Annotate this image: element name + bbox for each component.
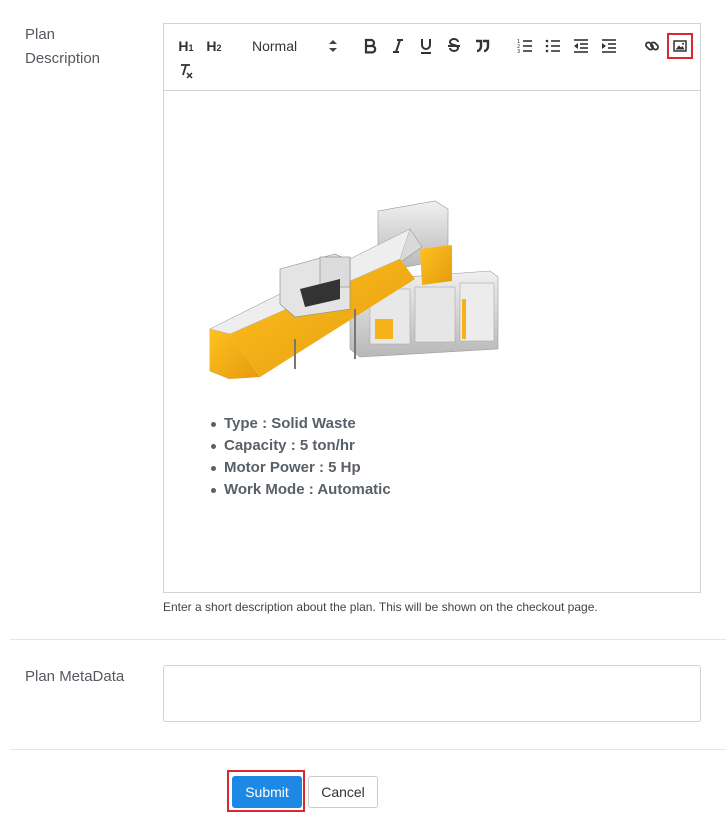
- shredder-machine-image: [209, 200, 499, 379]
- bullet-list-icon: [545, 38, 561, 54]
- bold-button[interactable]: [359, 35, 381, 57]
- plan-description-label-line2: Description: [25, 50, 101, 67]
- format-select[interactable]: Normal: [250, 36, 340, 56]
- italic-button[interactable]: [387, 35, 409, 57]
- submit-button[interactable]: Submit: [232, 776, 302, 808]
- bullet-list-button[interactable]: [542, 35, 564, 57]
- plan-description-label: Plan Description: [25, 23, 100, 71]
- heading-2-button[interactable]: H2: [203, 35, 225, 57]
- list-item: Capacity : 5 ton/hr: [208, 435, 391, 457]
- indent-button[interactable]: [598, 35, 620, 57]
- plan-description-label-line1: Plan: [25, 26, 56, 43]
- ordered-list-icon: 123: [517, 38, 533, 54]
- outdent-icon: [573, 38, 589, 54]
- bold-icon: [363, 38, 377, 54]
- list-item: Type : Solid Waste: [208, 413, 391, 435]
- strike-button[interactable]: [443, 35, 465, 57]
- h2-label: H: [206, 38, 217, 54]
- ordered-list-button[interactable]: 123: [514, 35, 536, 57]
- image-icon: [673, 40, 687, 52]
- section-divider: [10, 749, 726, 750]
- link-icon: [644, 38, 660, 54]
- list-item: Motor Power : 5 Hp: [208, 457, 391, 479]
- h2-sub: 2: [216, 43, 222, 53]
- underline-button[interactable]: [415, 35, 437, 57]
- svg-text:3: 3: [517, 49, 520, 54]
- plan-metadata-label: Plan MetaData: [25, 668, 125, 685]
- plan-description-editor: H1 H2 Normal 123 Type: Solid Waste Capa…: [163, 23, 701, 593]
- link-button[interactable]: [641, 35, 663, 57]
- format-select-value: Normal: [252, 38, 298, 54]
- italic-icon: [391, 38, 405, 54]
- plan-description-help-text: Enter a short description about the plan…: [163, 600, 598, 614]
- h1-label: H: [178, 38, 189, 54]
- underline-icon: [419, 38, 433, 54]
- plan-metadata-input[interactable]: [163, 665, 701, 722]
- blockquote-icon: [474, 39, 490, 53]
- editor-toolbar: H1 H2 Normal 123: [164, 24, 700, 91]
- select-arrows-icon: [328, 38, 338, 58]
- list-item: Work Mode : Automatic: [208, 479, 391, 501]
- clear-format-button[interactable]: [175, 60, 197, 82]
- heading-1-button[interactable]: H1: [175, 35, 197, 57]
- strike-icon: [447, 38, 461, 54]
- editor-content[interactable]: Type : Solid Waste Capacity : 5 ton/hr M…: [164, 91, 700, 593]
- plan-feature-list: Type : Solid Waste Capacity : 5 ton/hr M…: [208, 413, 391, 501]
- section-divider: [10, 639, 726, 640]
- outdent-button[interactable]: [570, 35, 592, 57]
- indent-icon: [601, 38, 617, 54]
- h1-sub: 1: [188, 43, 194, 53]
- cancel-button[interactable]: Cancel: [308, 776, 378, 808]
- blockquote-button[interactable]: [471, 35, 493, 57]
- clear-format-icon: [178, 63, 194, 79]
- image-button[interactable]: [667, 33, 693, 59]
